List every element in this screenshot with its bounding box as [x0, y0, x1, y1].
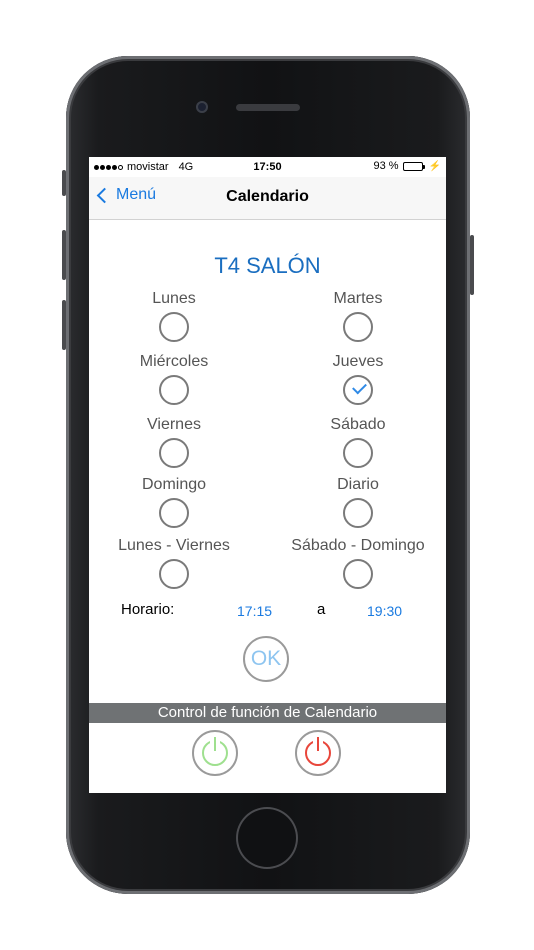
- schedule-label: Horario:: [121, 601, 175, 618]
- day-label: Lunes - Viernes: [118, 537, 230, 554]
- volume-down-button: [62, 300, 66, 350]
- day-option: Martes: [273, 290, 443, 342]
- day-checkbox[interactable]: [343, 312, 373, 342]
- day-option: Sábado - Domingo: [273, 537, 443, 589]
- end-time[interactable]: 19:30: [367, 603, 402, 619]
- ok-button[interactable]: OK: [243, 636, 289, 682]
- mute-switch: [62, 170, 66, 196]
- day-label: Miércoles: [139, 353, 209, 370]
- day-label: Martes: [333, 290, 383, 307]
- control-section-header: Control de función de Calendario: [89, 703, 446, 723]
- day-checkbox[interactable]: [343, 559, 373, 589]
- day-label: Domingo: [141, 476, 207, 493]
- day-checkbox[interactable]: [159, 559, 189, 589]
- day-checkbox[interactable]: [159, 498, 189, 528]
- day-label: Diario: [337, 476, 379, 493]
- day-checkbox[interactable]: [159, 375, 189, 405]
- time-separator: a: [317, 601, 326, 618]
- day-option: Jueves: [273, 353, 443, 405]
- page-title: Calendario: [226, 188, 309, 205]
- day-option: Domingo: [89, 476, 259, 528]
- day-option: Diario: [273, 476, 443, 528]
- day-label: Sábado - Domingo: [291, 537, 425, 554]
- charging-icon: ⚡: [428, 160, 441, 172]
- app-screen: movistar 4G 17:50 93 % ⚡ Menú Calendario…: [89, 157, 446, 793]
- navigation-bar: Menú Calendario: [89, 177, 446, 220]
- battery-percent: 93 %: [373, 160, 399, 172]
- front-camera: [196, 101, 208, 113]
- status-bar: movistar 4G 17:50 93 % ⚡: [89, 157, 446, 177]
- power-off-button[interactable]: [295, 730, 341, 776]
- day-option: Lunes - Viernes: [89, 537, 259, 589]
- day-label: Viernes: [147, 416, 201, 433]
- day-label: Lunes: [152, 290, 196, 307]
- day-option: Miércoles: [89, 353, 259, 405]
- day-checkbox[interactable]: [343, 438, 373, 468]
- day-label: Sábado: [330, 416, 386, 433]
- volume-up-button: [62, 230, 66, 280]
- earpiece-speaker: [236, 104, 300, 111]
- day-option: Viernes: [89, 416, 259, 468]
- battery-icon: [402, 161, 425, 171]
- power-side-button: [470, 235, 474, 295]
- day-checkbox[interactable]: [343, 498, 373, 528]
- day-checkbox-checked[interactable]: [343, 375, 373, 405]
- day-checkbox[interactable]: [159, 312, 189, 342]
- day-option: Sábado: [273, 416, 443, 468]
- device-title: T4 SALÓN: [214, 253, 321, 278]
- day-checkbox[interactable]: [159, 438, 189, 468]
- home-button[interactable]: [236, 807, 298, 869]
- start-time[interactable]: 17:15: [237, 603, 272, 619]
- power-on-button[interactable]: [192, 730, 238, 776]
- day-option: Lunes: [89, 290, 259, 342]
- day-label: Jueves: [332, 353, 384, 370]
